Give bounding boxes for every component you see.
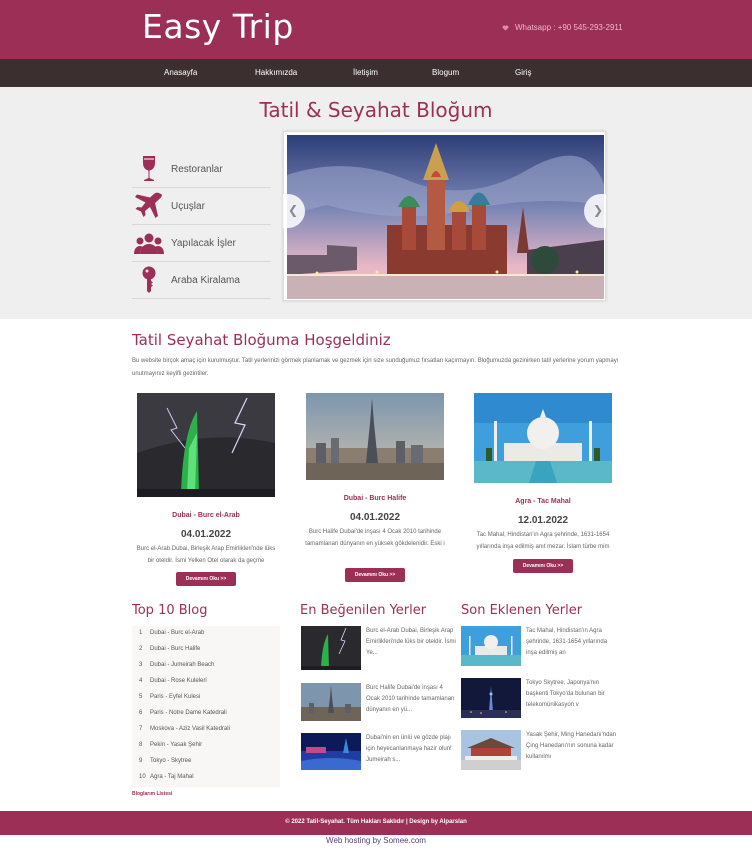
featured-image-burc-el-arab[interactable] (137, 393, 275, 497)
read-more-button[interactable]: Devamını Oku >> (513, 559, 573, 573)
image-slider[interactable]: ❮ ❯ (283, 131, 606, 301)
chevron-left-icon: ❮ (288, 203, 299, 217)
nav-blogum[interactable]: Blogum (432, 68, 459, 77)
site-footer: © 2022 Tatil-Seyahat. Tüm Hakları Saklıd… (0, 811, 752, 835)
read-more-button[interactable]: Devamını Oku >> (176, 572, 236, 586)
category-restoranlar[interactable]: Restoranlar (132, 151, 271, 188)
recent-thumb-1[interactable] (461, 626, 521, 666)
category-label: Restoranlar (171, 164, 223, 175)
heart-icon (502, 25, 509, 31)
hosting-link[interactable]: Web hosting by Somee.com (0, 836, 752, 845)
category-ucuslar[interactable]: Uçuşlar (132, 188, 271, 225)
footer-copyright: © 2022 Tatil-Seyahat. Tüm Hakları Saklıd… (285, 819, 467, 825)
liked-thumb-2[interactable] (301, 683, 361, 721)
nav-anasayfa[interactable]: Anasayfa (164, 68, 197, 77)
featured-date: 04.01.2022 (349, 512, 401, 523)
recent-text: Tac Mahal, Hindistan'ın Agra şehrinde, 1… (526, 628, 608, 656)
hero-section: Tatil & Seyahat Bloğum Restoranlar Uçuşl… (0, 87, 752, 319)
read-more-button[interactable]: Devamını Oku >> (345, 568, 405, 582)
featured-description: Burc Halife Dubai'de inşası 4 Ocak 2010 … (305, 529, 445, 547)
featured-title[interactable]: Agra - Tac Mahal (474, 498, 612, 505)
featured-title[interactable]: Dubai - Burc Halife (306, 495, 444, 502)
site-logo[interactable]: Easy Trip (142, 7, 294, 46)
airplane-icon (135, 192, 162, 218)
top10-title: Top 10 Blog (132, 603, 208, 618)
top10-list: 1 Dubai - Burc el-Arab 2 Dubai - Burc Hali… (132, 626, 280, 787)
category-label: Uçuşlar (171, 201, 205, 212)
category-label: Araba Kiralama (171, 275, 240, 286)
liked-thumb-1[interactable] (301, 626, 361, 670)
category-label: Yapılacak İşler (171, 238, 236, 249)
slider-image (287, 135, 604, 299)
people-group-icon (134, 233, 164, 254)
category-yapilacak-isler[interactable]: Yapılacak İşler (132, 225, 271, 262)
nav-hakkimizda[interactable]: Hakkımızda (255, 68, 297, 77)
wine-glass-icon (143, 156, 155, 181)
featured-title[interactable]: Dubai - Burc el-Arab (137, 512, 275, 519)
liked-text: Burc Halife Dubai'de inşası 4 Ocak 2010 … (366, 685, 455, 713)
recent-title: Son Eklenen Yerler (461, 603, 583, 618)
recent-thumb-2[interactable] (461, 678, 521, 718)
blog-list-link[interactable]: Bloglarım Listesi (132, 791, 172, 797)
featured-image-tac-mahal[interactable] (474, 393, 612, 483)
liked-title: En Beğenilen Yerler (300, 603, 427, 618)
welcome-text: Bu website birçok amaç için kurulmuştur.… (132, 358, 619, 377)
recent-text: Tokyo Skytree, Japonya'nın başkenti Toky… (526, 680, 605, 708)
key-icon (142, 266, 156, 293)
featured-description: Tac Mahal, Hindistan'ın Agra şehrinde, 1… (476, 532, 610, 550)
liked-thumb-3[interactable] (301, 733, 361, 770)
recent-thumb-3[interactable] (461, 730, 521, 770)
hero-title: Tatil & Seyahat Bloğum (259, 98, 493, 122)
category-araba-kiralama[interactable]: Araba Kiralama (132, 262, 271, 299)
welcome-title: Tatil Seyahat Bloğuma Hoşgeldiniz (132, 331, 391, 349)
whatsapp-label: Whatsapp : +90 545-293-2911 (515, 23, 623, 32)
recent-text: Yasak Şehir, Ming Hanedanı'ndan Çing Han… (526, 732, 617, 760)
featured-description: Burc el-Arab Dubai, Birleşik Arap Emirli… (136, 546, 276, 564)
whatsapp-contact[interactable]: Whatsapp : +90 545-293-2911 (502, 23, 623, 32)
featured-date: 12.01.2022 (517, 515, 569, 526)
site-header: Easy Trip Whatsapp : +90 545-293-2911 (0, 0, 752, 59)
nav-iletisim[interactable]: İletişim (353, 68, 378, 77)
nav-giris[interactable]: Giriş (515, 68, 531, 77)
liked-text: Burc el-Arab Dubai, Birleşik Arap Emirli… (366, 628, 456, 656)
liked-text: Dubai'nin en ünlü ve gözde plajı için he… (366, 735, 452, 763)
main-nav: Anasayfa Hakkımızda İletişim Blogum Giri… (0, 59, 752, 87)
featured-date: 04.01.2022 (180, 529, 232, 540)
featured-image-burc-halife[interactable] (306, 393, 444, 480)
chevron-right-icon: ❯ (593, 203, 604, 217)
